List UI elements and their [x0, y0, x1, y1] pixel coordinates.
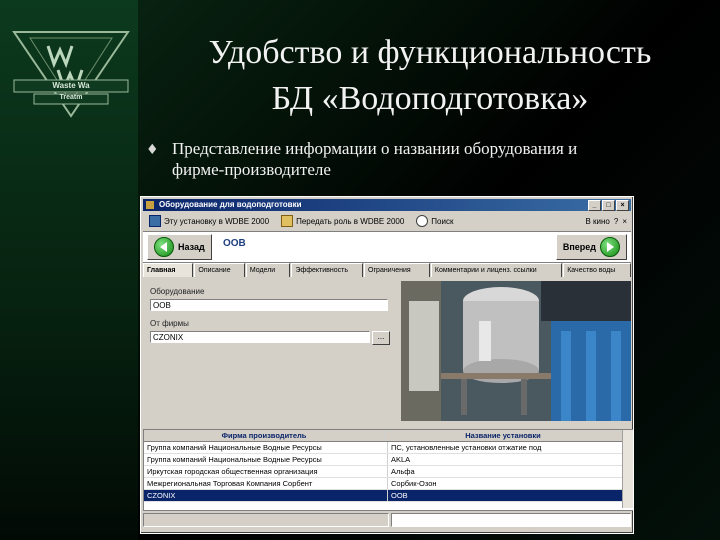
table-row-selected[interactable]: CZONIX ООВ: [144, 490, 633, 502]
table-row[interactable]: Группа компаний Национальные Водные Ресу…: [144, 454, 633, 466]
menu-export-installation[interactable]: Эту установку в WDBE 2000: [143, 215, 275, 227]
logo-text-bottom: Treatm: [59, 94, 83, 101]
status-cell-left: [143, 513, 389, 527]
bullet-text: Представление информации о названии обор…: [172, 138, 692, 180]
grid-header-installation[interactable]: Название установки: [384, 430, 621, 441]
tab-efficiency[interactable]: Эффективность: [291, 263, 364, 277]
close-icon[interactable]: ×: [616, 200, 629, 211]
status-bar: [143, 513, 631, 527]
menubar: Эту установку в WDBE 2000 Передать роль …: [143, 213, 631, 229]
browse-firm-button[interactable]: ...: [372, 331, 390, 345]
firm-label: От фирмы: [150, 319, 189, 328]
window-title: Оборудование для водоподготовки: [159, 200, 302, 209]
table-row[interactable]: Иркутская городская общественная организ…: [144, 466, 633, 478]
window-titlebar[interactable]: Оборудование для водоподготовки _ □ ×: [143, 199, 631, 211]
manufacturer-grid: Фирма производитель Название установки Г…: [143, 429, 633, 511]
tab-strip: Главная Описание Модели Эффективность Ог…: [143, 263, 631, 277]
menu-search[interactable]: Поиск: [410, 215, 459, 227]
app-icon: [146, 201, 154, 209]
table-row[interactable]: Межрегиональная Торговая Компания Сорбен…: [144, 478, 633, 490]
equipment-label: Оборудование: [150, 287, 205, 296]
menu-close-icon[interactable]: ×: [622, 217, 627, 226]
equipment-photo: [401, 281, 631, 421]
table-row[interactable]: Группа компаний Национальные Водные Ресу…: [144, 442, 633, 454]
grid-header: Фирма производитель Название установки: [144, 430, 633, 442]
menu-transfer-role[interactable]: Передать роль в WDBE 2000: [275, 215, 410, 227]
slide-title-line1: Удобство и функциональность: [208, 34, 652, 71]
help-question[interactable]: ?: [614, 217, 618, 226]
bullet-line2: фирме-производителе: [172, 160, 331, 179]
main-tab-panel: Оборудование ООВ От фирмы CZONIX ...: [143, 277, 395, 427]
app-window: Оборудование для водоподготовки _ □ × Эт…: [140, 196, 634, 534]
maximize-icon[interactable]: □: [602, 200, 615, 211]
tab-limitations[interactable]: Ограничения: [364, 263, 430, 277]
menu-cinema[interactable]: В кино: [585, 217, 609, 226]
forward-button[interactable]: Вперед: [555, 234, 627, 260]
slide-title-line2: БД «Водоподготовка»: [271, 80, 589, 117]
grid-header-firm[interactable]: Фирма производитель: [144, 430, 384, 441]
back-label: Назад: [178, 242, 205, 252]
arrow-right-icon: [600, 237, 620, 257]
navigation-bar: Назад ООВ Вперед: [143, 231, 631, 263]
firm-field[interactable]: CZONIX: [150, 331, 370, 343]
export-icon: [149, 215, 161, 227]
back-button[interactable]: Назад: [147, 234, 212, 260]
bullet-line1: Представление информации о названии обор…: [172, 139, 578, 158]
tab-description[interactable]: Описание: [194, 263, 245, 277]
search-icon: [416, 215, 429, 227]
arrow-left-icon: [154, 237, 174, 257]
minimize-icon[interactable]: _: [588, 200, 601, 211]
record-code: ООВ: [223, 238, 246, 249]
diamond-bullet-icon: ♦: [146, 142, 159, 158]
waste-water-logo: [12, 31, 130, 118]
tab-main[interactable]: Главная: [143, 263, 194, 277]
status-cell-right: [391, 513, 631, 527]
tab-comments[interactable]: Комментарии и лиценз. ссылки: [430, 263, 563, 277]
grid-scrollbar[interactable]: [622, 430, 633, 508]
forward-label: Вперед: [562, 242, 596, 252]
slide-title: Удобство и функциональность БД «Водоподг…: [150, 30, 710, 122]
tab-models[interactable]: Модели: [245, 263, 291, 277]
logo-text-top: Waste Wa: [52, 81, 90, 90]
equipment-field[interactable]: ООВ: [150, 299, 388, 311]
tab-water-quality[interactable]: Качество воды: [563, 263, 631, 277]
transfer-icon: [281, 215, 294, 227]
